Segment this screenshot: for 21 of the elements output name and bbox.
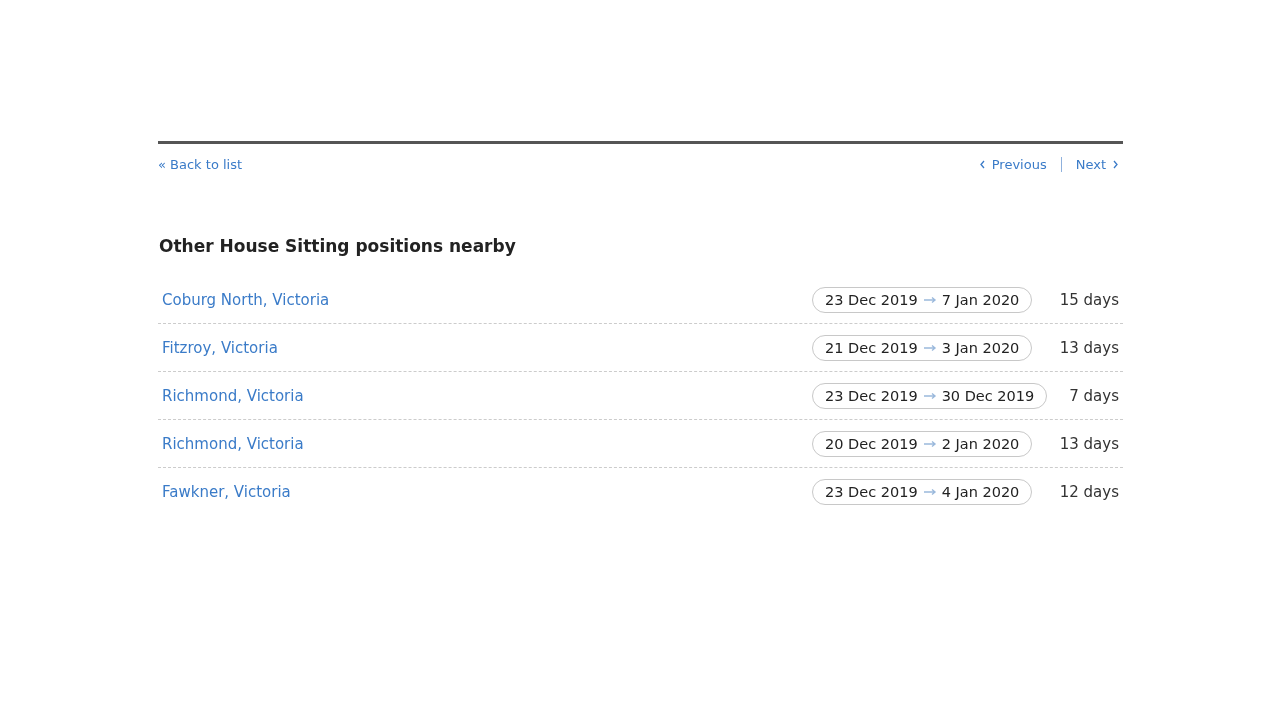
previous-link[interactable]: Previous: [974, 157, 1051, 172]
arrow-icon: [922, 487, 937, 496]
duration-text: 13 days: [1059, 338, 1120, 357]
back-to-list-link[interactable]: « Back to list: [158, 157, 243, 172]
duration-text: 12 days: [1059, 482, 1120, 501]
location-link[interactable]: Richmond, Victoria: [158, 386, 304, 405]
arrow-icon: [922, 439, 937, 448]
location-link[interactable]: Fawkner, Victoria: [158, 482, 291, 501]
chevron-left-icon: [978, 160, 986, 169]
next-link[interactable]: Next: [1071, 157, 1123, 172]
section-heading: Other House Sitting positions nearby: [159, 236, 517, 256]
chevron-right-icon: [1112, 160, 1119, 169]
arrow-icon: [922, 295, 937, 304]
duration-text: 7 days: [1069, 386, 1120, 405]
arrow-icon: [922, 391, 937, 400]
arrow-icon: [922, 343, 937, 352]
location-link[interactable]: Coburg North, Victoria: [158, 290, 330, 309]
duration-text: 15 days: [1059, 290, 1120, 309]
location-link[interactable]: Fitzroy, Victoria: [158, 338, 278, 357]
duration-text: 13 days: [1059, 434, 1120, 453]
location-link[interactable]: Richmond, Victoria: [158, 434, 304, 453]
